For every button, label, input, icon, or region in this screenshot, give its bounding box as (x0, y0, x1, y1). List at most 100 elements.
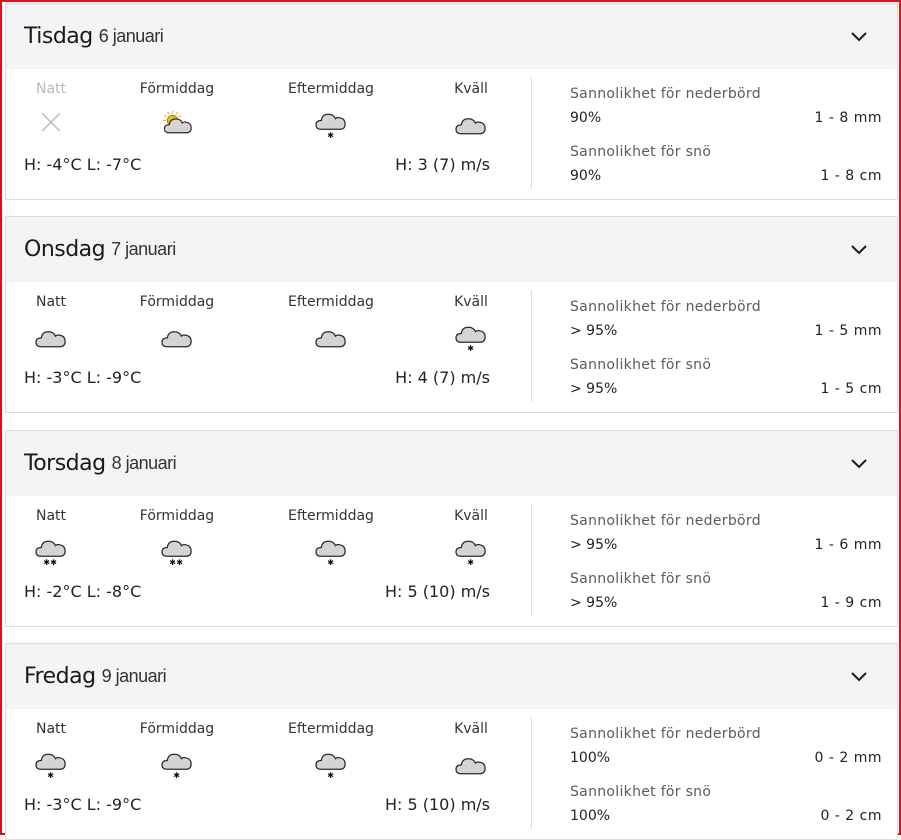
snow-amount: 1 - 9 cm (820, 595, 882, 611)
wind-speed: H: 5 (10) m/s (384, 582, 490, 601)
svg-text:✱: ✱ (176, 558, 183, 566)
day-header[interactable]: Fredag 9 januari (6, 643, 897, 709)
cloud-light-snow-icon: ✱ (455, 540, 486, 566)
period-1: Förmiddag ✱ (117, 721, 237, 779)
period-label: Kväll (454, 294, 488, 310)
day-details: Natt ✱ ✱ Förmiddag ✱ ✱ Eftermiddag ✱ Kväll ✱ H: -2… (6, 496, 897, 626)
day-date: 8 januari (111, 453, 177, 473)
divider (531, 290, 532, 402)
day-card: Onsdag 7 januari Natt Förmiddag Eftermiddag K… (5, 216, 898, 413)
divider (531, 504, 532, 616)
day-header[interactable]: Torsdag 8 januari (6, 430, 897, 496)
precipitation-percent: 90% (570, 110, 602, 126)
divider (531, 717, 532, 829)
period-label: Kväll (454, 81, 488, 97)
precipitation-probability: Sannolikhet för nederbörd > 95% 1 - 6 mm (570, 513, 882, 557)
precipitation-label: Sannolikhet för nederbörd (570, 299, 761, 315)
snow-label: Sannolikhet för snö (570, 571, 712, 587)
period-1: Förmiddag (117, 81, 237, 139)
period-3: Kväll (411, 81, 531, 139)
temperature-high-low: H: -4°C L: -7°C (24, 155, 142, 174)
day-card: Torsdag 8 januari Natt ✱ ✱ Förmiddag ✱ ✱ Eftermi… (5, 430, 898, 627)
snow-amount: 0 - 2 cm (820, 808, 882, 824)
day-date: 9 januari (101, 666, 167, 686)
svg-text:✱: ✱ (467, 344, 474, 352)
day-card: Tisdag 6 januari Natt Förmiddag Eftermiddag ✱… (5, 3, 898, 200)
snow-probability: Sannolikhet för snö > 95% 1 - 9 cm (570, 571, 882, 615)
cloud-light-snow-icon: ✱ (161, 753, 192, 779)
day-details: Natt ✱ Förmiddag ✱ Eftermiddag ✱ Kväll H: -3°C … (6, 709, 897, 839)
precipitation-percent: > 95% (570, 537, 618, 553)
cloud-moderate-snow-icon: ✱ ✱ (161, 540, 192, 566)
snow-percent: > 95% (570, 595, 618, 611)
day-name: Tisdag (24, 24, 93, 49)
day-name: Onsdag (24, 237, 106, 262)
precipitation-label: Sannolikhet för nederbörd (570, 726, 761, 742)
period-label: Eftermiddag (288, 294, 374, 310)
day-details: Natt Förmiddag Eftermiddag Kväll ✱ H: -3°C L:… (6, 282, 897, 412)
chevron-down-icon[interactable] (851, 29, 867, 45)
svg-text:✱: ✱ (327, 558, 334, 566)
period-3: Kväll ✱ (411, 294, 531, 352)
snow-percent: 90% (570, 168, 602, 184)
period-0: Natt ✱ (0, 721, 111, 779)
svg-text:✱: ✱ (169, 558, 176, 566)
precipitation-amount: 1 - 6 mm (814, 537, 882, 553)
wind-speed: H: 3 (7) m/s (395, 155, 490, 174)
period-label: Natt (35, 508, 67, 524)
period-2: Eftermiddag ✱ (271, 81, 391, 139)
snow-amount: 1 - 5 cm (820, 381, 882, 397)
cloud-light-snow-icon: ✱ (315, 540, 346, 566)
period-1: Förmiddag ✱ ✱ (117, 508, 237, 566)
svg-text:✱: ✱ (467, 558, 474, 566)
snow-label: Sannolikhet för snö (570, 144, 712, 160)
period-label: Natt (35, 81, 67, 97)
precipitation-probability: Sannolikhet för nederbörd > 95% 1 - 5 mm (570, 299, 882, 343)
precipitation-percent: 100% (570, 750, 611, 766)
day-date: 7 januari (111, 239, 176, 259)
period-0: Natt (0, 81, 111, 139)
precipitation-amount: 1 - 5 mm (814, 323, 882, 339)
precipitation-probability: Sannolikhet för nederbörd 90% 1 - 8 mm (570, 86, 882, 130)
cloud-moderate-snow-icon: ✱ ✱ (35, 540, 66, 566)
cloud-light-snow-icon: ✱ (455, 326, 486, 352)
period-3: Kväll ✱ (411, 508, 531, 566)
period-3: Kväll (411, 721, 531, 779)
chevron-down-icon[interactable] (851, 456, 867, 472)
period-label: Natt (35, 294, 67, 310)
chevron-down-icon[interactable] (851, 669, 867, 685)
precipitation-amount: 1 - 8 mm (814, 110, 882, 126)
day-title: Torsdag 8 januari (24, 451, 177, 476)
day-header[interactable]: Onsdag 7 januari (6, 216, 897, 282)
period-0: Natt ✱ ✱ (0, 508, 111, 566)
temperature-high-low: H: -3°C L: -9°C (24, 795, 142, 814)
snow-probability: Sannolikhet för snö 90% 1 - 8 cm (570, 144, 882, 188)
svg-text:✱: ✱ (43, 558, 50, 566)
period-label: Eftermiddag (288, 508, 374, 524)
period-2: Eftermiddag ✱ (271, 721, 391, 779)
chevron-down-icon[interactable] (851, 242, 867, 258)
temperature-high-low: H: -3°C L: -9°C (24, 368, 142, 387)
day-details: Natt Förmiddag Eftermiddag ✱ Kväll H: -4°C L:… (6, 69, 897, 199)
day-title: Onsdag 7 januari (24, 237, 176, 262)
cloud-icon (455, 758, 486, 775)
svg-text:✱: ✱ (327, 771, 334, 779)
period-1: Förmiddag (117, 294, 237, 352)
precipitation-probability: Sannolikhet för nederbörd 100% 0 - 2 mm (570, 726, 882, 770)
period-label: Natt (35, 721, 67, 737)
divider (531, 77, 532, 189)
snow-percent: 100% (570, 808, 611, 824)
day-header[interactable]: Tisdag 6 januari (6, 3, 897, 69)
day-name: Fredag (24, 664, 96, 689)
snow-label: Sannolikhet för snö (570, 357, 712, 373)
period-label: Förmiddag (139, 721, 215, 737)
day-card: Fredag 9 januari Natt ✱ Förmiddag ✱ Eftermidda… (5, 643, 898, 840)
day-name: Torsdag (24, 451, 106, 476)
precipitation-percent: > 95% (570, 323, 618, 339)
day-title: Tisdag 6 januari (24, 24, 164, 49)
snow-probability: Sannolikhet för snö > 95% 1 - 5 cm (570, 357, 882, 401)
precipitation-amount: 0 - 2 mm (814, 750, 882, 766)
period-label: Kväll (454, 721, 488, 737)
period-label: Förmiddag (139, 294, 215, 310)
cloud-light-snow-icon: ✱ (35, 753, 66, 779)
